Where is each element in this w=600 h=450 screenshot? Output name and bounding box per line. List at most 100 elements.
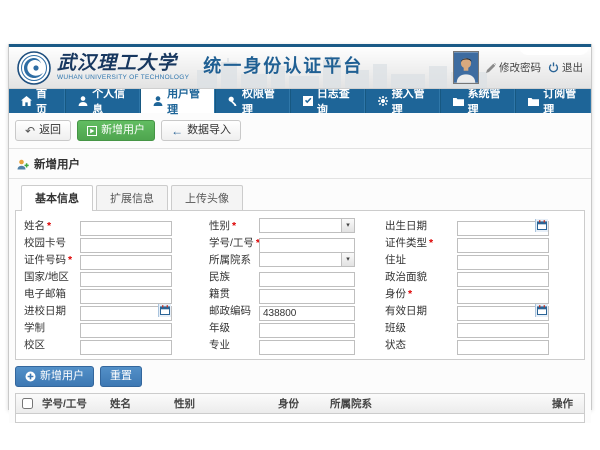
required-asterisk: * (232, 220, 236, 232)
user-form: 姓名*性别*▾出生日期校园卡号学号/工号*证件类型*证件号码*所属院系▾住址国家… (24, 217, 584, 352)
table-header: 学号/工号姓名性别身份所属院系操作 (15, 393, 585, 414)
postal-code-input[interactable] (259, 306, 355, 321)
required-asterisk: * (429, 237, 433, 249)
class-input[interactable] (457, 323, 549, 338)
field-label-grade: 年级 (209, 320, 259, 335)
key-icon (228, 96, 238, 106)
field-label-major: 专业 (209, 337, 259, 352)
id-number-input[interactable] (80, 255, 172, 270)
change-password-link[interactable]: 修改密码 (486, 60, 541, 75)
section-header: 新增用户 (9, 149, 591, 179)
form-row: 进校日期邮政编码有效日期 (24, 302, 584, 318)
nav-item-personal-info[interactable]: 个人信息 (65, 89, 140, 113)
id-type-input[interactable] (457, 238, 549, 253)
required-asterisk: * (47, 220, 51, 232)
form-row: 姓名*性别*▾出生日期 (24, 217, 584, 233)
field-label-native-place: 籍贯 (209, 286, 259, 301)
table-header-cell-gender: 性别 (170, 396, 274, 411)
field-label-political-status: 政治面貌 (385, 269, 457, 284)
data-import-label: 数据导入 (187, 124, 231, 137)
tab-extended-info[interactable]: 扩展信息 (96, 185, 168, 210)
field-label-address: 住址 (385, 252, 457, 267)
select-value (260, 258, 263, 269)
select-value (260, 224, 263, 235)
chevron-down-icon: ▾ (341, 219, 354, 232)
tab-basic-info[interactable]: 基本信息 (21, 185, 93, 211)
gender-select[interactable]: ▾ (259, 218, 355, 233)
nav-item-permission-management[interactable]: 权限管理 (215, 89, 290, 113)
ethnicity-input[interactable] (259, 272, 355, 287)
university-name: 武汉理工大学 (57, 54, 189, 74)
nav-item-system-management[interactable]: 系统管理 (440, 89, 516, 113)
nav-item-access-management[interactable]: 接入管理 (365, 89, 440, 113)
nav-item-label: 用户管理 (167, 85, 202, 117)
major-input[interactable] (259, 340, 355, 355)
header: 武汉理工大学 WUHAN UNIVERSITY OF TECHNOLOGY 统一… (9, 47, 591, 89)
select-all-checkbox[interactable] (22, 398, 33, 409)
table-header-cell-actions: 操作 (548, 396, 584, 411)
address-input[interactable] (457, 255, 549, 270)
nav-item-label: 个人信息 (92, 85, 127, 117)
university-name-en: WUHAN UNIVERSITY OF TECHNOLOGY (57, 74, 189, 81)
field-label-status: 状态 (385, 337, 457, 352)
required-asterisk: * (68, 254, 72, 266)
field-label-class: 班级 (385, 320, 457, 335)
required-asterisk: * (408, 288, 412, 300)
pencil-icon (486, 63, 496, 73)
form-row: 电子邮箱籍贯身份* (24, 285, 584, 301)
change-password-label: 修改密码 (499, 60, 541, 75)
folder-icon (453, 97, 464, 106)
main-nav: 首页个人信息用户管理权限管理日志查询接入管理系统管理订阅管理 (9, 89, 591, 113)
avatar (453, 51, 479, 84)
table-header-cell-identity: 身份 (274, 396, 326, 411)
field-label-name: 姓名* (24, 218, 80, 233)
schooling-length-input[interactable] (80, 323, 172, 338)
political-status-input[interactable] (457, 272, 549, 287)
campus-card-no-input[interactable] (80, 238, 172, 253)
data-import-button[interactable]: ← 数据导入 (161, 120, 241, 141)
campus-input[interactable] (80, 340, 172, 355)
field-label-department: 所属院系 (209, 252, 259, 267)
undo-arrow-icon: ↶ (25, 126, 35, 136)
tab-upload-avatar[interactable]: 上传头像 (171, 185, 243, 210)
add-user-submit-label: 新增用户 (40, 370, 84, 383)
add-user-button-top[interactable]: 新增用户 (77, 120, 155, 141)
status-input[interactable] (457, 340, 549, 355)
plus-circle-icon (25, 371, 36, 382)
logout-link[interactable]: 退出 (548, 60, 583, 75)
nav-item-user-management[interactable]: 用户管理 (140, 89, 215, 113)
calendar-icon[interactable] (535, 219, 548, 232)
student-staff-no-input[interactable] (259, 238, 355, 253)
identity-input[interactable] (457, 289, 549, 304)
nav-item-log-query[interactable]: 日志查询 (290, 89, 365, 113)
field-label-id-type: 证件类型* (385, 235, 457, 250)
field-label-entry-date: 进校日期 (24, 303, 80, 318)
toolbar: ↶ 返回 新增用户 ← 数据导入 (9, 113, 591, 149)
reset-button[interactable]: 重置 (100, 366, 142, 387)
gear-icon (378, 96, 388, 106)
calendar-icon[interactable] (535, 304, 548, 317)
reset-button-label: 重置 (110, 370, 132, 383)
field-label-country-region: 国家/地区 (24, 269, 80, 284)
brand-text: 武汉理工大学 WUHAN UNIVERSITY OF TECHNOLOGY (57, 54, 189, 81)
department-select[interactable]: ▾ (259, 252, 355, 267)
add-user-submit-button[interactable]: 新增用户 (15, 366, 94, 387)
user-icon (153, 96, 163, 106)
power-icon (548, 62, 559, 73)
calendar-icon[interactable] (158, 304, 171, 317)
home-icon (21, 96, 32, 106)
table-header-cell-department: 所属院系 (326, 396, 548, 411)
table-header-cell-student-staff-no: 学号/工号 (38, 396, 106, 411)
grade-input[interactable] (259, 323, 355, 338)
native-place-input[interactable] (259, 289, 355, 304)
form-tabs: 基本信息扩展信息上传头像 (21, 185, 591, 210)
nav-item-subscription-management[interactable]: 订阅管理 (515, 89, 591, 113)
nav-item-home[interactable]: 首页 (9, 89, 65, 113)
content: ↶ 返回 新增用户 ← 数据导入 新增用户 基本信息扩展信息上传头像 姓名* 性别… (9, 113, 591, 423)
back-button[interactable]: ↶ 返回 (15, 120, 71, 141)
country-region-input[interactable] (80, 272, 172, 287)
email-input[interactable] (80, 289, 172, 304)
log-check-icon (303, 96, 313, 106)
name-input[interactable] (80, 221, 172, 236)
chevron-down-icon: ▾ (341, 253, 354, 266)
